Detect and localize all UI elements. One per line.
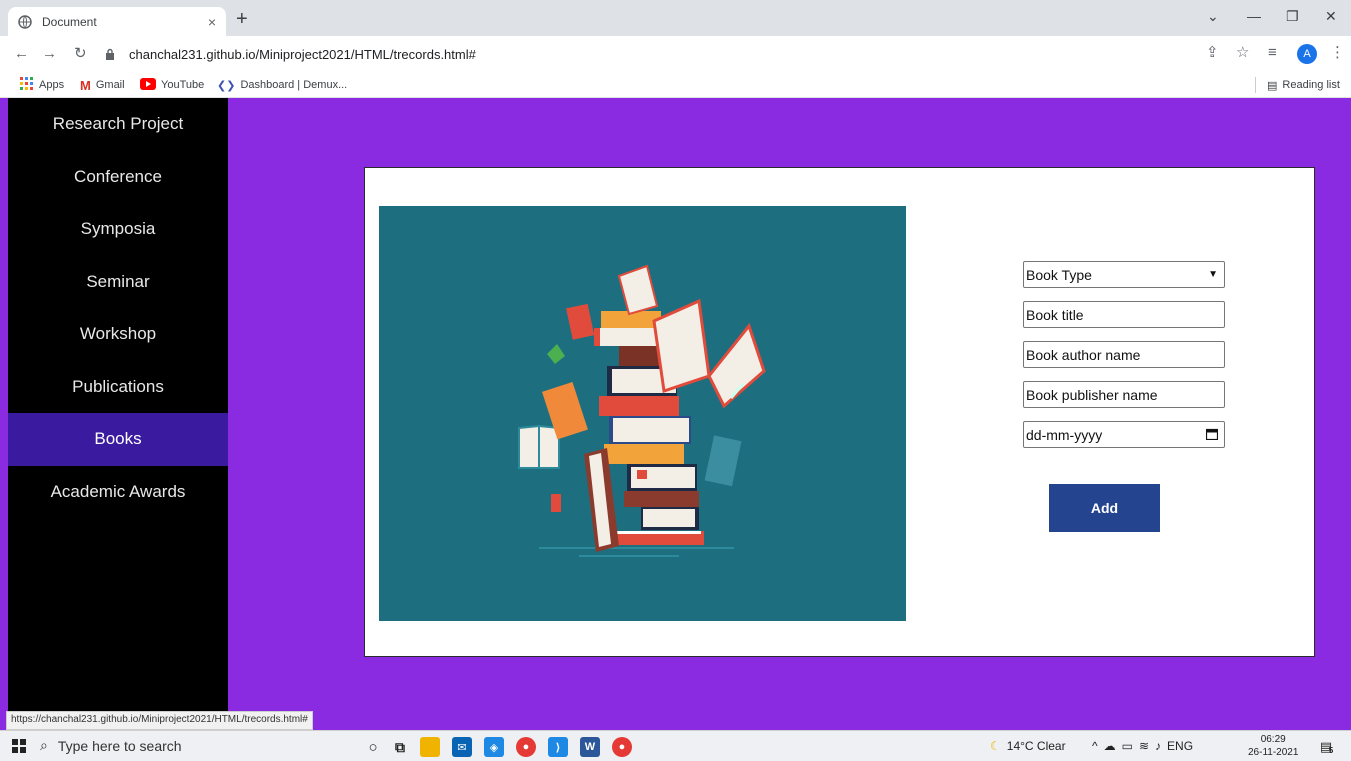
sidebar-item-research-project[interactable]: Research Project <box>8 98 228 151</box>
restore-icon[interactable]: ❐ <box>1286 8 1299 25</box>
new-tab-button[interactable]: + <box>236 9 248 29</box>
reading-list-label: Reading list <box>1282 79 1340 91</box>
bookmark-label: YouTube <box>161 79 205 91</box>
volume-icon[interactable]: ♪ <box>1155 739 1161 753</box>
sidebar-item-publications[interactable]: Publications <box>8 361 228 414</box>
windows-taskbar: ⌕ Type here to search ○ ⧉ ✉ ◈ ● ⟩ W ● ☾ … <box>0 730 1351 761</box>
chevron-down-icon: ▼ <box>1208 269 1218 280</box>
bookmark-separator <box>1255 77 1256 93</box>
battery-icon[interactable]: ▭ <box>1122 739 1133 753</box>
bookmark-gmail[interactable]: M Gmail <box>80 76 125 94</box>
book-date-input[interactable]: dd-mm-yyyy <box>1023 421 1225 448</box>
code-icon: ❮❯ <box>217 79 236 92</box>
bookmark-dashboard[interactable]: ❮❯ Dashboard | Demux... <box>217 76 347 94</box>
book-publisher-placeholder: Book publisher name <box>1026 386 1158 403</box>
bookmark-label: Gmail <box>95 79 125 91</box>
reading-list-button[interactable]: ▤ Reading list <box>1267 76 1340 94</box>
add-button[interactable]: Add <box>1049 484 1160 532</box>
vscode-icon[interactable]: ⟩ <box>548 737 568 757</box>
taskbar-search[interactable]: ⌕ Type here to search <box>40 737 182 754</box>
gmail-icon: M <box>80 77 91 93</box>
windows-start-icon[interactable] <box>12 739 26 753</box>
sidebar-item-workshop[interactable]: Workshop <box>8 308 228 361</box>
clock-date: 26-11-2021 <box>1248 747 1299 758</box>
close-tab-icon[interactable]: × <box>208 14 216 30</box>
sidebar-item-academic-awards[interactable]: Academic Awards <box>8 466 228 519</box>
wifi-icon[interactable]: ≋ <box>1139 739 1149 753</box>
onedrive-icon[interactable]: ☁ <box>1104 739 1116 753</box>
profile-avatar[interactable]: A <box>1297 44 1317 64</box>
book-author-input[interactable]: Book author name <box>1023 341 1225 368</box>
book-record-card: Book Type ▼ Book title Book author name … <box>364 167 1315 657</box>
address-bar[interactable]: chanchal231.github.io/Miniproject2021/HT… <box>105 41 1190 67</box>
media-icon[interactable]: ≡ <box>1268 44 1277 62</box>
browser-tab[interactable]: Document × <box>8 7 226 36</box>
lock-icon <box>105 48 119 60</box>
bookmark-label: Dashboard | Demux... <box>240 79 348 91</box>
tab-title: Document <box>42 14 97 29</box>
task-view-icon[interactable]: ⧉ <box>390 737 410 757</box>
book-type-value: Book Type <box>1026 266 1092 283</box>
language-indicator[interactable]: ENG <box>1167 739 1193 753</box>
sidebar-item-symposia[interactable]: Symposia <box>8 203 228 256</box>
word-icon[interactable]: W <box>580 737 600 757</box>
store-icon[interactable]: ◈ <box>484 737 504 757</box>
moon-icon: ☾ <box>990 739 1001 753</box>
sidebar: Research Project Conference Symposia Sem… <box>8 98 228 730</box>
taskbar-clock[interactable]: 06:29 26-11-2021 <box>1248 733 1298 759</box>
file-explorer-icon[interactable] <box>420 737 440 757</box>
chrome-profile-icon[interactable]: ● <box>612 737 632 757</box>
reload-icon[interactable]: ↻ <box>74 45 87 63</box>
search-icon: ⌕ <box>40 737 48 753</box>
sidebar-item-conference[interactable]: Conference <box>8 151 228 204</box>
bookmark-star-icon[interactable]: ☆ <box>1236 44 1249 62</box>
bookmark-youtube[interactable]: YouTube <box>140 76 204 94</box>
clock-time: 06:29 <box>1260 734 1286 745</box>
date-placeholder: dd-mm-yyyy <box>1026 426 1103 443</box>
book-form: Book Type ▼ Book title Book author name … <box>1023 261 1225 461</box>
weather-text: 14°C Clear <box>1006 739 1066 753</box>
youtube-icon <box>140 77 156 93</box>
chevron-up-icon[interactable]: ^ <box>1092 739 1098 753</box>
notification-count: 5 <box>1328 745 1334 755</box>
page-body: Research Project Conference Symposia Sem… <box>0 98 1351 730</box>
share-icon[interactable]: ⇪ <box>1206 44 1219 62</box>
tab-search-icon[interactable]: ⌄ <box>1207 8 1219 25</box>
back-icon[interactable]: ← <box>14 45 29 63</box>
book-title-input[interactable]: Book title <box>1023 301 1225 328</box>
weather-widget[interactable]: ☾ 14°C Clear <box>990 739 1066 753</box>
sidebar-item-seminar[interactable]: Seminar <box>8 256 228 309</box>
bookmark-label: Apps <box>39 79 65 91</box>
books-illustration <box>379 206 906 621</box>
bookmark-apps[interactable]: Apps <box>20 76 64 94</box>
cortana-icon[interactable]: ○ <box>363 737 383 757</box>
globe-icon <box>18 14 32 29</box>
book-title-placeholder: Book title <box>1026 306 1084 323</box>
book-type-select[interactable]: Book Type ▼ <box>1023 261 1225 288</box>
calendar-icon[interactable] <box>1205 427 1219 443</box>
browser-tabstrip: Document × + ⌄ — ❐ ✕ <box>0 0 1351 36</box>
apps-grid-icon <box>20 76 34 94</box>
book-publisher-input[interactable]: Book publisher name <box>1023 381 1225 408</box>
mail-icon[interactable]: ✉ <box>452 737 472 757</box>
system-tray[interactable]: ^ ☁ ▭ ≋ ♪ ENG <box>1092 739 1193 753</box>
forward-icon[interactable]: → <box>42 45 57 63</box>
book-author-placeholder: Book author name <box>1026 346 1141 363</box>
status-bar-url: https://chanchal231.github.io/Miniprojec… <box>6 711 313 730</box>
minimize-icon[interactable]: — <box>1247 8 1261 24</box>
sidebar-item-books[interactable]: Books <box>8 413 228 466</box>
taskbar-search-placeholder: Type here to search <box>57 737 182 754</box>
window-close-icon[interactable]: ✕ <box>1325 8 1337 25</box>
url-text: chanchal231.github.io/Miniproject2021/HT… <box>129 46 476 62</box>
bookmarks-bar: Apps M Gmail YouTube ❮❯ Dashboard | Demu… <box>0 72 1351 98</box>
reading-list-icon: ▤ <box>1267 79 1278 92</box>
chrome-icon[interactable]: ● <box>516 737 536 757</box>
menu-icon[interactable]: ⋮ <box>1330 44 1345 62</box>
browser-toolbar: ← → ↻ chanchal231.github.io/Miniproject2… <box>0 36 1351 72</box>
